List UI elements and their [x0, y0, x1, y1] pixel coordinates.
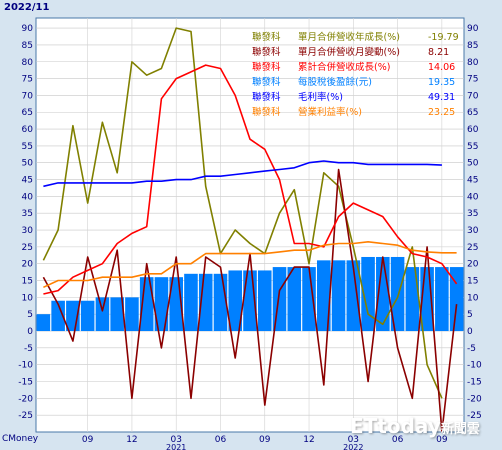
y-tick-right: -10 — [467, 361, 482, 371]
y-tick-left: 40 — [22, 192, 34, 202]
eps-bar — [213, 273, 228, 332]
x-tick-label: 12 — [303, 435, 314, 445]
legend-series-name: 累計合併營收成長(%) — [298, 61, 390, 73]
y-tick-right: 50 — [467, 159, 479, 169]
y-tick-left: 20 — [22, 260, 34, 270]
y-tick-right: 70 — [467, 91, 479, 101]
y-tick-left: 90 — [22, 24, 34, 34]
y-tick-right: 60 — [467, 125, 479, 135]
legend-series-name: 毛利率(%) — [298, 91, 343, 103]
watermark: ETtoday新聞雲 — [350, 414, 480, 438]
legend-prefix: 聯發科 — [252, 61, 281, 73]
y-tick-left: -25 — [18, 411, 33, 421]
y-tick-left: 25 — [22, 243, 33, 253]
y-tick-left: 80 — [22, 58, 34, 68]
legend-series-name: 營業利益率(%) — [298, 106, 362, 118]
chart-canvas: 908580757065605550454035302520151050-5-1… — [18, 17, 482, 450]
y-tick-right: 80 — [467, 58, 479, 68]
y-tick-left: 0 — [27, 327, 33, 337]
eps-bar — [405, 267, 420, 332]
legend-series-value: 8.21 — [428, 47, 449, 58]
date-label: 2022/11 — [4, 2, 50, 13]
eps-bar — [95, 297, 110, 332]
y-tick-right: 90 — [467, 24, 479, 34]
y-tick-right: 35 — [467, 209, 478, 219]
legend-prefix: 聯發科 — [252, 46, 281, 58]
y-tick-left: 30 — [22, 226, 34, 236]
x-year-label: 2022 — [343, 443, 363, 450]
y-tick-right: 85 — [467, 41, 478, 51]
legend-prefix: 聯發科 — [252, 31, 281, 43]
legend-series-value: 23.25 — [428, 107, 455, 118]
y-tick-right: 55 — [467, 142, 478, 152]
y-tick-left: 15 — [22, 277, 33, 287]
y-tick-left: 5 — [27, 310, 33, 320]
y-tick-right: -15 — [467, 378, 482, 388]
y-tick-right: 65 — [467, 108, 478, 118]
y-tick-right: -5 — [467, 344, 476, 354]
eps-bar — [435, 267, 449, 332]
legend-series-name: 每股稅後盈餘(元) — [298, 76, 372, 88]
y-tick-right: 15 — [467, 277, 478, 287]
y-tick-left: 75 — [22, 75, 33, 85]
y-tick-right: -20 — [467, 394, 482, 404]
eps-bar — [80, 300, 95, 332]
plot-area — [35, 17, 465, 433]
legend-series-name: 單月合併營收年成長(%) — [298, 31, 400, 43]
x-tick-label: 12 — [126, 435, 137, 445]
y-tick-right: 25 — [467, 243, 478, 253]
eps-bar — [331, 260, 346, 332]
y-tick-left: 55 — [22, 142, 33, 152]
eps-bar — [257, 270, 272, 332]
eps-bar — [184, 273, 198, 332]
watermark-sub: 新聞雲 — [440, 422, 480, 437]
y-tick-left: -15 — [18, 378, 33, 388]
eps-bar — [36, 314, 51, 332]
legend-series-value: 14.06 — [428, 62, 455, 73]
legend-prefix: 聯發科 — [252, 106, 281, 118]
legend-series-value: 19.35 — [428, 77, 455, 88]
y-tick-left: 70 — [22, 91, 34, 101]
y-axis-right: 908580757065605550454035302520151050-5-1… — [467, 24, 482, 421]
y-tick-right: 75 — [467, 75, 478, 85]
legend-prefix: 聯發科 — [252, 91, 281, 103]
legend-series-value: 49.31 — [428, 92, 455, 103]
y-tick-right: 10 — [467, 293, 479, 303]
y-tick-right: 45 — [467, 176, 478, 186]
y-tick-left: -10 — [18, 361, 33, 371]
y-tick-right: 0 — [467, 327, 473, 337]
legend-series-name: 單月合併營收月變動(%) — [298, 46, 400, 58]
y-tick-left: -5 — [24, 344, 33, 354]
eps-bar — [287, 267, 302, 332]
brand-logo: CMoney — [2, 434, 39, 444]
eps-bar — [125, 297, 139, 332]
y-tick-left: 85 — [22, 41, 33, 51]
legend-prefix: 聯發科 — [252, 76, 281, 88]
watermark-main: ETtoday — [350, 414, 441, 438]
x-year-label: 2021 — [166, 443, 186, 450]
x-tick-label: 09 — [259, 435, 271, 445]
y-tick-right: 30 — [467, 226, 479, 236]
y-tick-left: 65 — [22, 108, 33, 118]
legend-series-value: -19.79 — [428, 32, 459, 43]
y-tick-left: 50 — [22, 159, 34, 169]
y-tick-left: 35 — [22, 209, 33, 219]
y-tick-left: -20 — [18, 394, 33, 404]
y-tick-left: 60 — [22, 125, 34, 135]
y-axis-left: 908580757065605550454035302520151050-5-1… — [18, 24, 33, 421]
y-tick-right: 40 — [467, 192, 479, 202]
y-tick-right: 20 — [467, 260, 479, 270]
y-tick-right: 5 — [467, 310, 473, 320]
y-tick-left: 45 — [22, 176, 33, 186]
x-tick-label: 06 — [215, 435, 227, 445]
x-tick-label: 09 — [82, 435, 94, 445]
y-tick-left: 10 — [22, 293, 34, 303]
